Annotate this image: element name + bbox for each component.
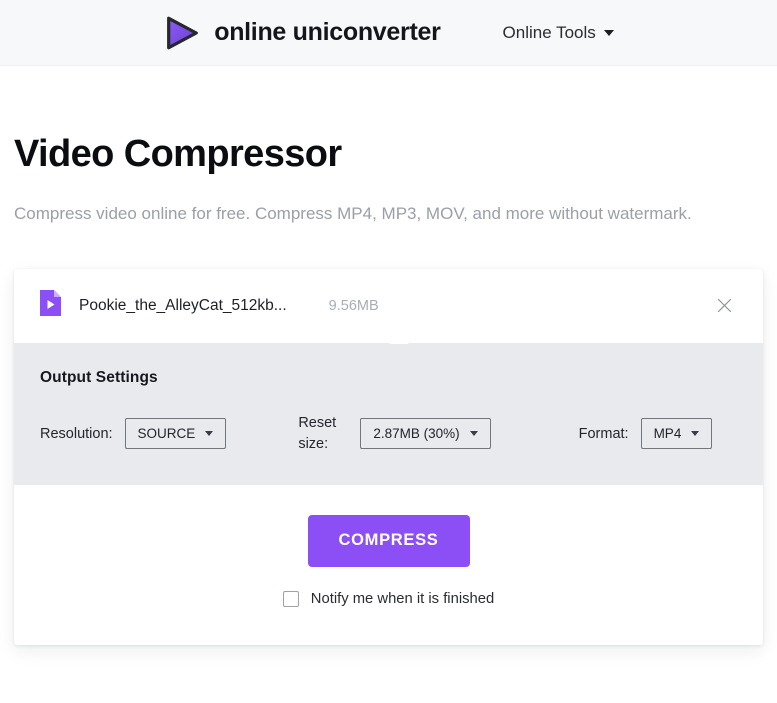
brand-logo-link[interactable]: online uniconverter [163,14,441,52]
page-title: Video Compressor [14,133,342,175]
brand-name: online uniconverter [214,18,441,46]
play-triangle-logo-icon [163,14,201,52]
chevron-down-icon [469,431,478,437]
chevron-down-icon [205,431,214,437]
close-icon[interactable] [711,293,737,319]
format-select[interactable]: MP4 [640,418,713,450]
page-content: Video Compressor Compress video online f… [0,133,777,645]
resolution-control: Resolution: SOURCE [40,418,227,450]
notify-checkbox-row[interactable]: Notify me when it is finished [282,590,495,607]
compressor-card: Pookie_the_AlleyCat_512kb... 9.56MB Outp… [14,268,763,645]
format-value: MP4 [653,426,682,442]
resolution-select[interactable]: SOURCE [124,418,227,450]
compress-button[interactable]: COMPRESS [307,514,470,567]
file-size: 9.56MB [328,297,379,314]
output-settings-panel: Output Settings Resolution: SOURCE Reset… [14,333,763,485]
card-actions: COMPRESS Notify me when it is finished [14,484,763,645]
reset-size-control: Reset size: 2.87MB (30%) [298,413,491,455]
panel-notch [389,333,409,344]
reset-size-label: Reset size: [298,414,337,452]
resolution-label: Resolution: [40,425,113,442]
video-file-icon [40,290,79,321]
chevron-down-icon [691,431,700,437]
nav-online-tools-label: Online Tools [502,22,596,42]
file-row: Pookie_the_AlleyCat_512kb... 9.56MB [14,268,763,343]
format-label: Format: [578,425,629,442]
output-settings-controls: Resolution: SOURCE Reset size: 2.87MB (3… [40,413,737,455]
file-name: Pookie_the_AlleyCat_512kb... [79,296,287,314]
chevron-down-icon [603,29,614,36]
notify-checkbox[interactable] [282,590,299,607]
output-settings-title: Output Settings [40,368,158,386]
reset-size-select[interactable]: 2.87MB (30%) [360,418,491,450]
resolution-value: SOURCE [137,426,196,442]
nav-online-tools[interactable]: Online Tools [503,23,614,43]
notify-label: Notify me when it is finished [310,590,495,607]
format-control: Format: MP4 [578,418,713,450]
reset-size-value: 2.87MB (30%) [373,426,460,442]
page-subtitle: Compress video online for free. Compress… [14,203,692,223]
site-header: online uniconverter Online Tools [0,0,777,66]
